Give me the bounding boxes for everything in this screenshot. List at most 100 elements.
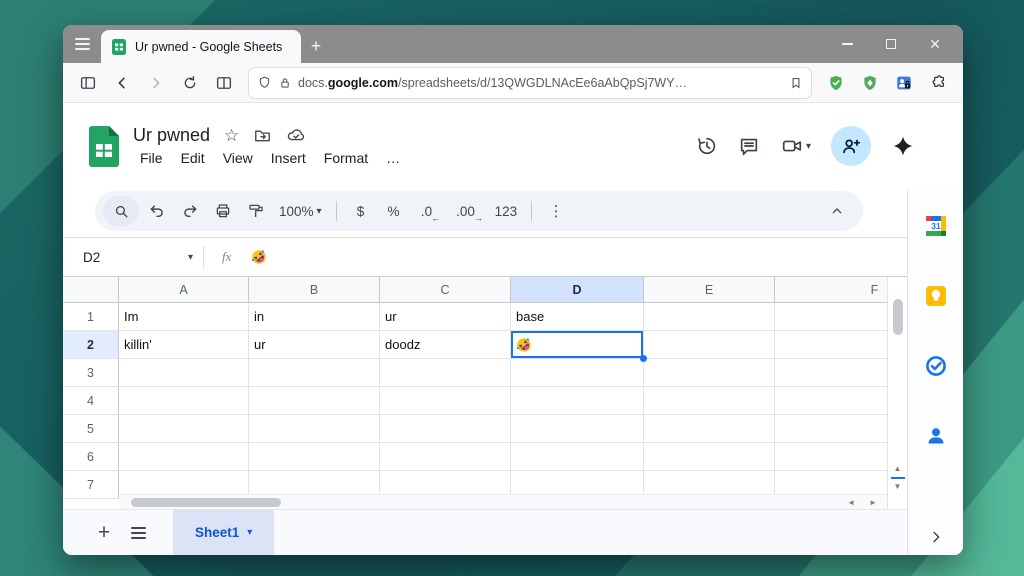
new-tab-button[interactable]: + (301, 31, 331, 61)
cell-F4[interactable] (775, 387, 887, 415)
row-header-1[interactable]: 1 (63, 303, 119, 331)
cell-C3[interactable] (380, 359, 511, 387)
cell-F5[interactable] (775, 415, 887, 443)
sparkle-gemini-icon[interactable] (891, 134, 915, 158)
column-header-F[interactable]: F (775, 277, 887, 302)
cell-E5[interactable] (644, 415, 775, 443)
scroll-up-icon[interactable]: ▲ (894, 465, 902, 473)
move-folder-icon[interactable] (253, 126, 272, 145)
collapse-toolbar-icon[interactable] (829, 203, 845, 219)
contacts-icon[interactable] (923, 423, 949, 449)
decrease-decimal-button[interactable]: .0← (412, 196, 442, 226)
cell-D5[interactable] (511, 415, 644, 443)
scroll-down-icon[interactable]: ▼ (894, 483, 902, 491)
cell-F2[interactable] (775, 331, 887, 359)
menu-hamburger-icon[interactable] (63, 25, 101, 63)
add-sheet-button[interactable]: + (87, 516, 121, 550)
horizontal-scrollbar[interactable]: ◄ ► (119, 494, 887, 509)
cell-E2[interactable] (644, 331, 775, 359)
extensions-puzzle-icon[interactable] (923, 69, 953, 97)
row-header-4[interactable]: 4 (63, 387, 119, 415)
version-history-icon[interactable] (696, 135, 718, 157)
cell-E3[interactable] (644, 359, 775, 387)
select-all-corner[interactable] (63, 277, 119, 302)
forward-icon[interactable] (141, 69, 171, 97)
menu-view[interactable]: View (216, 148, 260, 168)
print-icon[interactable] (208, 196, 238, 226)
star-icon[interactable]: ☆ (224, 127, 239, 144)
minimize-button[interactable] (825, 25, 869, 63)
zoom-select[interactable]: 100% ▾ (274, 196, 327, 226)
column-header-A[interactable]: A (119, 277, 249, 302)
cell-B4[interactable] (249, 387, 380, 415)
cell-C2[interactable]: doodz (380, 331, 511, 359)
cell-B1[interactable]: in (249, 303, 380, 331)
more-options-icon[interactable]: ⋮ (541, 196, 571, 226)
cell-D2[interactable] (511, 331, 644, 359)
format-percent-button[interactable]: % (379, 196, 409, 226)
sidebar-toggle-icon[interactable] (73, 69, 103, 97)
cell-B5[interactable] (249, 415, 380, 443)
scroll-right-icon[interactable]: ► (869, 498, 877, 507)
extension-privacy-icon[interactable] (889, 69, 919, 97)
menu-format[interactable]: Format (317, 148, 375, 168)
scroll-left-icon[interactable]: ◄ (847, 498, 855, 507)
reload-icon[interactable] (175, 69, 205, 97)
cell-A6[interactable] (119, 443, 249, 471)
comments-icon[interactable] (738, 135, 760, 157)
back-icon[interactable] (107, 69, 137, 97)
cell-B2[interactable]: ur (249, 331, 380, 359)
cell-A1[interactable]: Im (119, 303, 249, 331)
extension-shield-check-icon[interactable] (821, 69, 851, 97)
cell-E4[interactable] (644, 387, 775, 415)
name-box[interactable]: D2 ▾ (83, 250, 193, 265)
reader-view-icon[interactable] (209, 69, 239, 97)
menu-edit[interactable]: Edit (174, 148, 212, 168)
chevron-down-icon[interactable]: ▾ (806, 141, 811, 152)
extension-adguard-icon[interactable] (855, 69, 885, 97)
vscroll-thumb[interactable] (893, 299, 903, 335)
cell-E1[interactable] (644, 303, 775, 331)
cell-C5[interactable] (380, 415, 511, 443)
paint-format-icon[interactable] (241, 196, 271, 226)
cell-C6[interactable] (380, 443, 511, 471)
sheet-tab-active[interactable]: Sheet1 ▾ (173, 510, 274, 556)
url-bar[interactable]: docs.google.com/spreadsheets/d/13QWGDLNA… (249, 68, 811, 98)
keep-icon[interactable] (923, 283, 949, 309)
cell-F3[interactable] (775, 359, 887, 387)
row-header-2[interactable]: 2 (63, 331, 119, 359)
cell-D6[interactable] (511, 443, 644, 471)
browser-tab[interactable]: Ur pwned - Google Sheets (101, 30, 301, 63)
cell-A5[interactable] (119, 415, 249, 443)
column-header-E[interactable]: E (644, 277, 775, 302)
cloud-saved-icon[interactable] (286, 125, 306, 145)
all-sheets-icon[interactable] (121, 516, 155, 550)
url-text[interactable]: docs.google.com/spreadsheets/d/13QWGDLNA… (298, 76, 783, 90)
cell-F6[interactable] (775, 443, 887, 471)
cell-D1[interactable]: base (511, 303, 644, 331)
cell-C4[interactable] (380, 387, 511, 415)
redo-icon[interactable] (175, 196, 205, 226)
calendar-icon[interactable]: 31 (923, 213, 949, 239)
undo-icon[interactable] (142, 196, 172, 226)
cell-E6[interactable] (644, 443, 775, 471)
menu-insert[interactable]: Insert (264, 148, 313, 168)
column-header-D[interactable]: D (511, 277, 644, 302)
column-header-C[interactable]: C (380, 277, 511, 302)
close-button[interactable]: ✕ (913, 25, 957, 63)
vertical-scrollbar[interactable]: ▲ ▼ (887, 277, 907, 509)
column-header-B[interactable]: B (249, 277, 380, 302)
format-currency-button[interactable]: $ (346, 196, 376, 226)
hscroll-thumb[interactable] (131, 498, 281, 507)
row-header-5[interactable]: 5 (63, 415, 119, 443)
menu-file[interactable]: File (133, 148, 170, 168)
tracking-shield-icon[interactable] (257, 75, 272, 90)
cell-A4[interactable] (119, 387, 249, 415)
row-header-6[interactable]: 6 (63, 443, 119, 471)
cell-A3[interactable] (119, 359, 249, 387)
cell-B3[interactable] (249, 359, 380, 387)
sheet-tab-menu-icon[interactable]: ▾ (247, 527, 252, 538)
share-button[interactable] (831, 126, 871, 166)
document-title[interactable]: Ur pwned (133, 125, 210, 146)
maximize-button[interactable] (869, 25, 913, 63)
